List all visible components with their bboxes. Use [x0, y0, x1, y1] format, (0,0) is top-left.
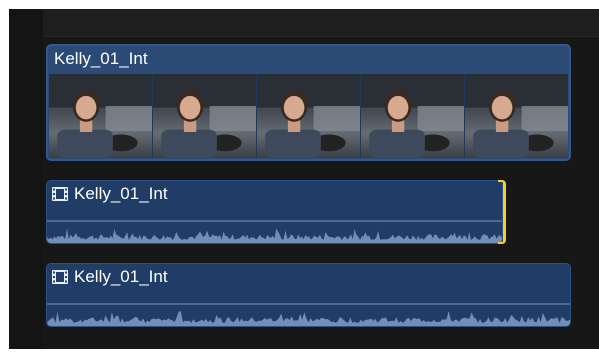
audio-clip[interactable]: Kelly_01_Int: [46, 180, 503, 244]
audio-clip-title: Kelly_01_Int: [74, 184, 168, 203]
video-filmstrip: [49, 74, 568, 158]
video-thumbnail: [153, 74, 256, 158]
trim-end-handle[interactable]: [498, 180, 506, 244]
audio-waveform: [47, 296, 570, 326]
video-thumbnail: [257, 74, 360, 158]
audio-waveform: [47, 213, 502, 243]
filmstrip-icon: [52, 270, 68, 284]
audio-clip-header: Kelly_01_Int: [52, 184, 168, 204]
filmstrip-icon: [52, 187, 68, 201]
timeline-panel: Kelly_01_Int Kelly_01_Int Kelly_01_Int: [9, 9, 599, 349]
audio-clip[interactable]: Kelly_01_Int: [46, 263, 571, 327]
timeline-ruler[interactable]: [43, 9, 599, 37]
track-header-strip: [9, 9, 43, 349]
video-thumbnail: [49, 74, 152, 158]
audio-clip-title: Kelly_01_Int: [74, 267, 168, 286]
audio-clip-header: Kelly_01_Int: [52, 267, 168, 287]
video-clip[interactable]: Kelly_01_Int: [46, 44, 571, 161]
video-clip-title: Kelly_01_Int: [54, 49, 148, 68]
video-thumbnail: [465, 74, 568, 158]
video-thumbnail: [361, 74, 464, 158]
